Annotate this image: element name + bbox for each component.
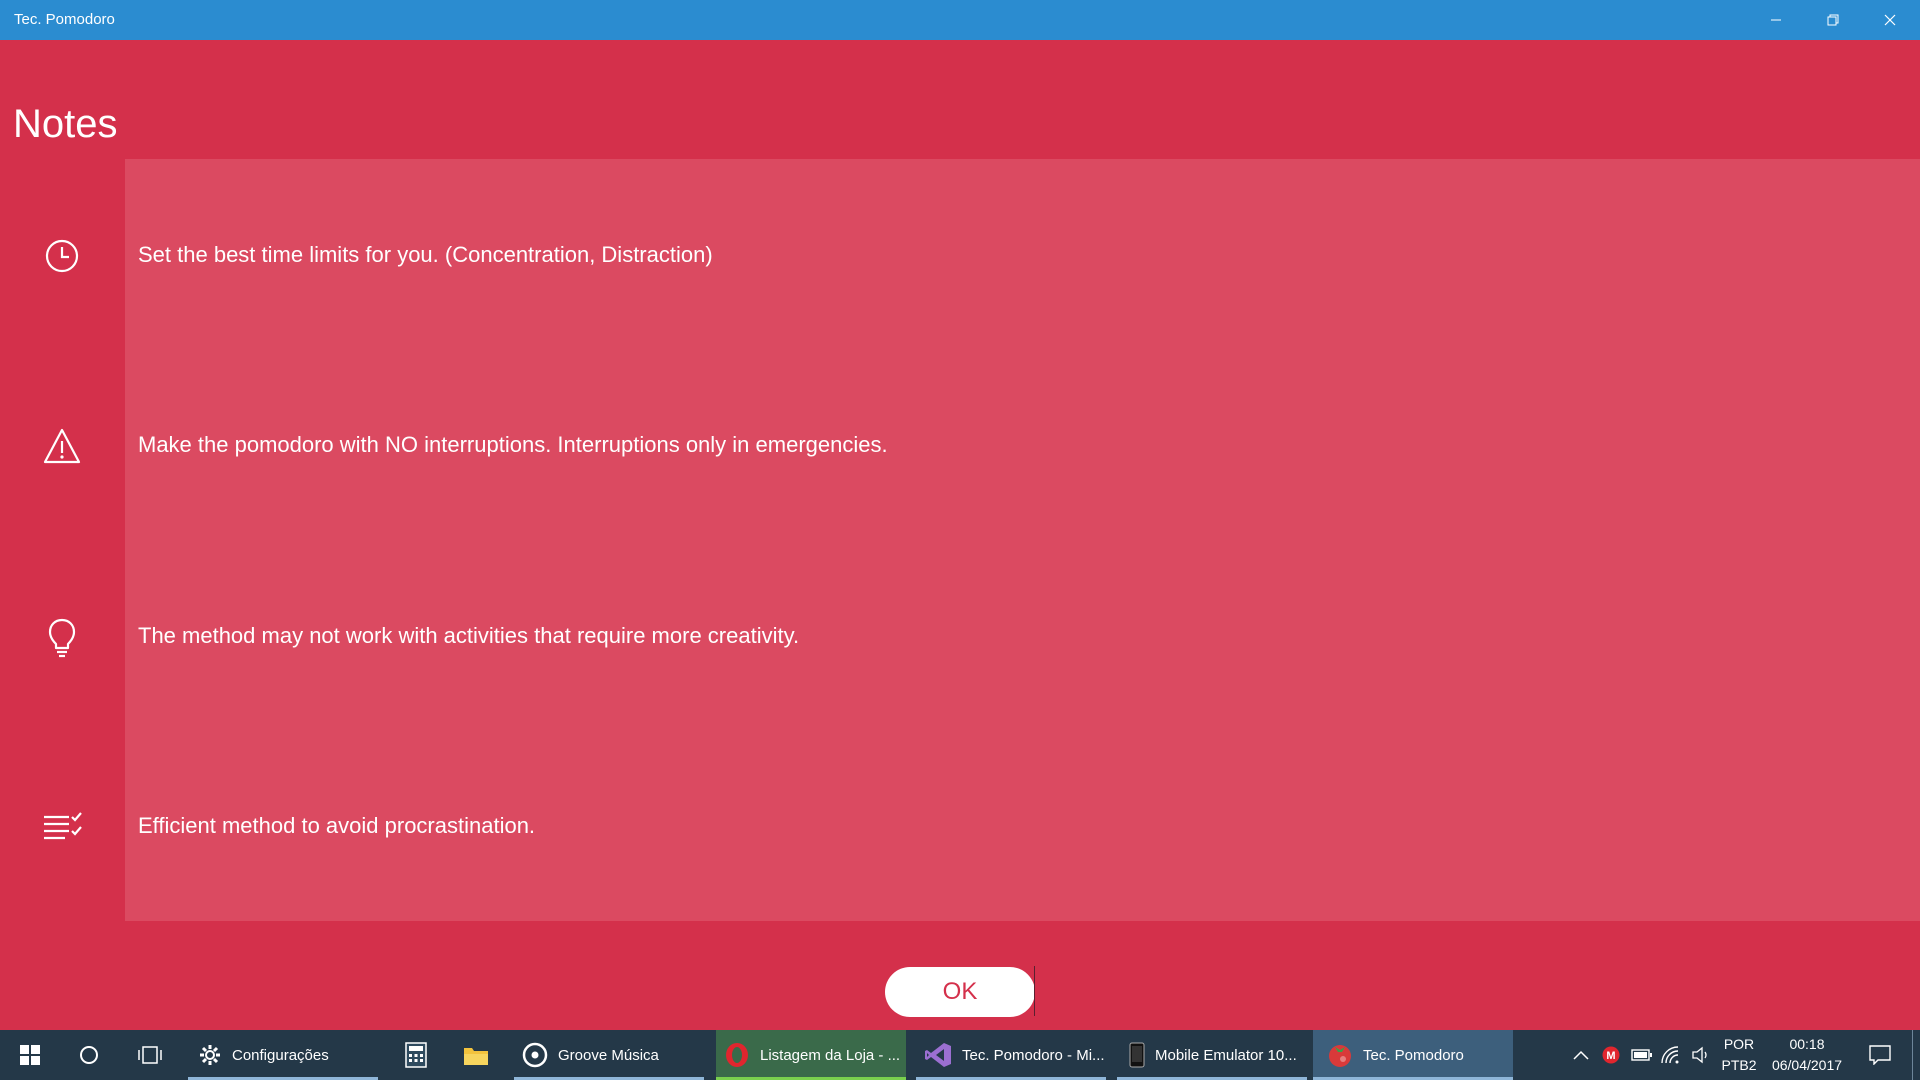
taskbar-clock[interactable]: 00:18 06/04/2017 [1764,1034,1850,1076]
notification-icon [1869,1045,1891,1065]
restore-icon [1827,14,1839,26]
restore-button[interactable] [1805,0,1861,40]
tray-wifi[interactable] [1658,1030,1686,1080]
tomato-icon [1329,1045,1351,1067]
note-item: The method may not work with activities … [0,605,1920,665]
visual-studio-icon [925,1043,951,1067]
note-text: Efficient method to avoid procrastinatio… [138,813,536,838]
mail-notifier-icon: M [1602,1046,1620,1064]
taskbar-item-label: Tec. Pomodoro [1363,1046,1464,1064]
ok-button[interactable]: OK [885,967,1035,1017]
file-explorer-icon [464,1048,488,1065]
taskbar-item-mobile-emulator[interactable]: Mobile Emulator 10... [1117,1030,1307,1080]
note-item: Set the best time limits for you. (Conce… [0,224,1920,284]
tray-volume[interactable] [1688,1030,1714,1080]
close-icon [1884,14,1896,26]
taskbar-item-label: Configurações [232,1046,329,1064]
taskbar-item-opera[interactable]: Listagem da Loja - ... [716,1030,906,1080]
cortana-button[interactable] [60,1030,118,1080]
taskbar-item-groove-music[interactable]: Groove Música [514,1030,704,1080]
clock-date: 06/04/2017 [1771,1057,1843,1073]
taskbar-item-calculator[interactable] [394,1030,438,1080]
task-view-icon [138,1046,162,1064]
lightbulb-icon [40,615,84,659]
opera-icon [726,1043,748,1067]
show-desktop-divider[interactable] [1912,1030,1913,1080]
note-text: Make the pomodoro with NO interruptions.… [138,432,888,457]
title-bar: Tec. Pomodoro [0,0,1920,40]
task-view-button[interactable] [120,1030,180,1080]
tray-gmail[interactable]: M [1598,1030,1624,1080]
start-button[interactable] [0,1030,60,1080]
page-title: Notes [13,102,118,146]
taskbar-item-visual-studio[interactable]: Tec. Pomodoro - Mi... [916,1030,1106,1080]
taskbar-item-label: Groove Música [558,1046,659,1064]
window-title: Tec. Pomodoro [14,11,115,28]
groove-music-icon [522,1042,548,1068]
windows-icon [20,1045,40,1065]
taskbar-item-file-explorer[interactable] [454,1030,498,1080]
tray-battery[interactable] [1628,1030,1656,1080]
note-item: Efficient method to avoid procrastinatio… [0,795,1920,855]
taskbar-item-label: Tec. Pomodoro - Mi... [962,1046,1105,1064]
language-code: POR [1723,1036,1755,1052]
clock-time: 00:18 [1789,1036,1825,1052]
chevron-up-icon [1573,1050,1589,1060]
input-language-indicator[interactable]: POR PTB2 [1716,1034,1762,1076]
note-item: Make the pomodoro with NO interruptions.… [0,414,1920,474]
close-button[interactable] [1862,0,1918,40]
checklist-icon [40,805,84,849]
show-hidden-icons-button[interactable] [1568,1030,1594,1080]
gear-icon [200,1045,220,1065]
minimize-button[interactable] [1748,0,1804,40]
app-content: Notes Set the best time limits for you. … [0,40,1920,1030]
calculator-icon [405,1042,427,1068]
taskbar: Configurações Groove Música Listagem da … [0,1030,1920,1080]
cortana-icon [80,1046,98,1064]
keyboard-layout: PTB2 [1721,1057,1757,1073]
note-text: The method may not work with activities … [138,623,800,648]
wifi-icon [1661,1046,1679,1064]
speaker-icon [1692,1046,1707,1064]
taskbar-item-label: Listagem da Loja - ... [760,1046,901,1064]
taskbar-item-tec-pomodoro[interactable]: Tec. Pomodoro [1313,1030,1513,1080]
phone-icon [1129,1042,1145,1068]
taskbar-item-configuracoes[interactable]: Configurações [188,1030,378,1080]
note-text: Set the best time limits for you. (Conce… [138,242,713,267]
minimize-icon [1771,19,1781,21]
svg-text:M: M [1606,1050,1615,1062]
text-cursor [1034,966,1035,1016]
warning-icon [40,424,84,468]
action-center-button[interactable] [1860,1030,1900,1080]
battery-icon [1631,1049,1652,1061]
taskbar-item-label: Mobile Emulator 10... [1155,1046,1297,1064]
clock-icon [40,234,84,278]
